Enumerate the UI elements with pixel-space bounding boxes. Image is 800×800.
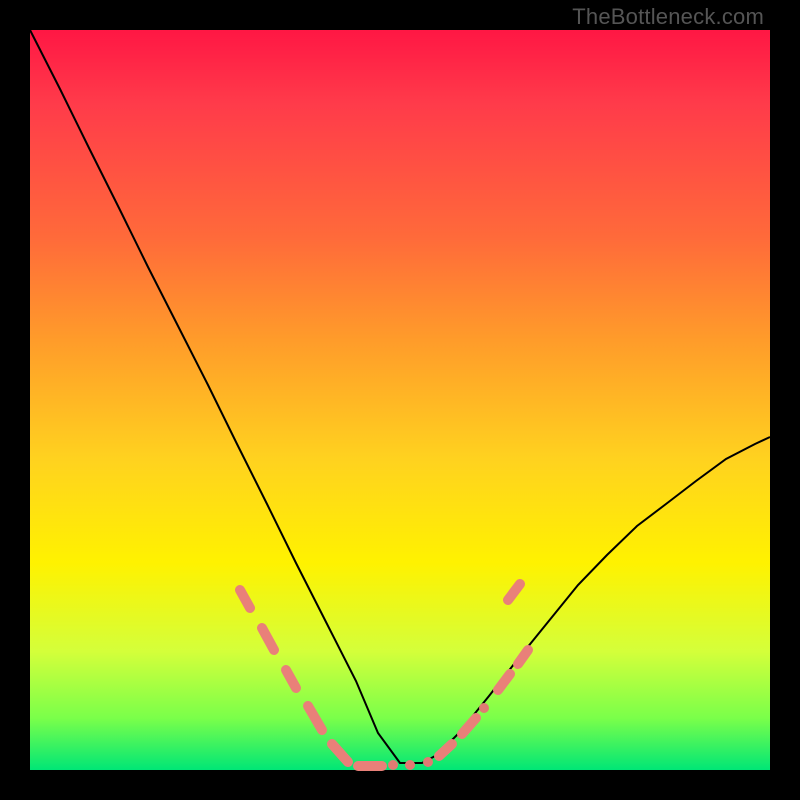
chart-frame xyxy=(30,30,770,770)
highlight-left xyxy=(240,590,433,770)
watermark-text: TheBottleneck.com xyxy=(572,4,764,30)
bottleneck-curve xyxy=(30,30,770,770)
highlight-right xyxy=(439,584,528,756)
curve-path xyxy=(30,30,770,763)
